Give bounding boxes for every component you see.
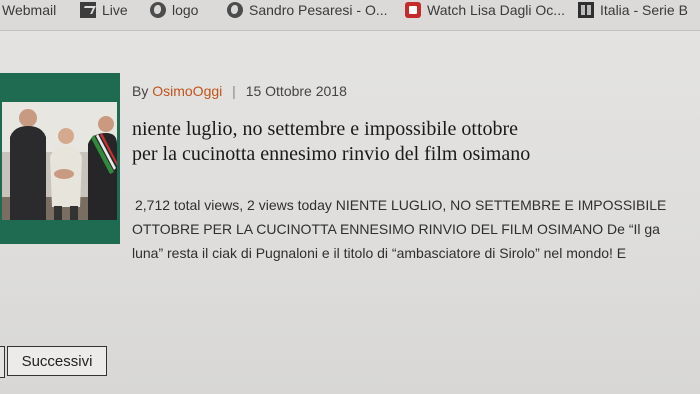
next-page-button[interactable]: Successivi — [7, 346, 107, 376]
bookmark-watch-lisa[interactable]: Watch Lisa Dagli Oc... — [405, 0, 565, 20]
bookmark-label: Italia - Serie B — [600, 2, 688, 18]
excerpt-line: luna” resta il ciak di Pugnaloni e il ti… — [132, 245, 627, 261]
grid-icon — [578, 2, 594, 18]
post-byline: By OsimoOggi | 15 Ottobre 2018 — [132, 83, 347, 99]
previous-button[interactable] — [0, 346, 5, 378]
post-excerpt: 2,712 total views, 2 views today NIENTE … — [132, 193, 700, 265]
post-title-line: niente luglio, no settembre e impossibil… — [132, 118, 519, 140]
author-link[interactable]: OsimoOggi — [152, 83, 222, 99]
post-title[interactable]: niente luglio, no settembre e impossibil… — [132, 117, 692, 167]
excerpt-line: 2,712 total views, 2 views today NIENTE … — [135, 197, 667, 213]
globe-icon — [150, 2, 166, 18]
bookmark-sandro-pesaresi[interactable]: Sandro Pesaresi - O... — [227, 0, 388, 20]
bookmark-label: Live — [102, 2, 128, 18]
post-date: 15 Ottobre 2018 — [245, 83, 347, 99]
red-square-icon — [405, 2, 421, 18]
arrow-icon — [80, 2, 96, 18]
byline-separator: | — [232, 83, 236, 99]
next-page-label: Successivi — [21, 352, 93, 370]
bookmark-italia-serie-b[interactable]: Italia - Serie B — [578, 0, 688, 20]
bookmark-logo[interactable]: logo — [150, 0, 198, 20]
photo-image — [2, 102, 117, 220]
post-title-line: per la cucinotta ennesimo rinvio del fil… — [132, 143, 531, 165]
bookmark-webmail[interactable]: Webmail — [2, 0, 56, 20]
bookmark-label: Watch Lisa Dagli Oc... — [427, 2, 565, 18]
post-photo — [2, 102, 117, 220]
globe-icon — [227, 2, 243, 18]
byline-prefix: By — [132, 83, 149, 99]
excerpt-line: OTTOBRE PER LA CUCINOTTA ENNESIMO RINVIO… — [132, 221, 660, 237]
post-thumbnail[interactable] — [0, 73, 120, 244]
bookmark-label: Webmail — [2, 2, 57, 18]
bookmark-label: Sandro Pesaresi - O... — [249, 2, 388, 18]
bookmark-label: logo — [172, 2, 199, 18]
bookmarks-bar: Webmail Live logo Sandro Pesaresi - O...… — [0, 0, 700, 31]
bookmark-live[interactable]: Live — [80, 0, 128, 20]
